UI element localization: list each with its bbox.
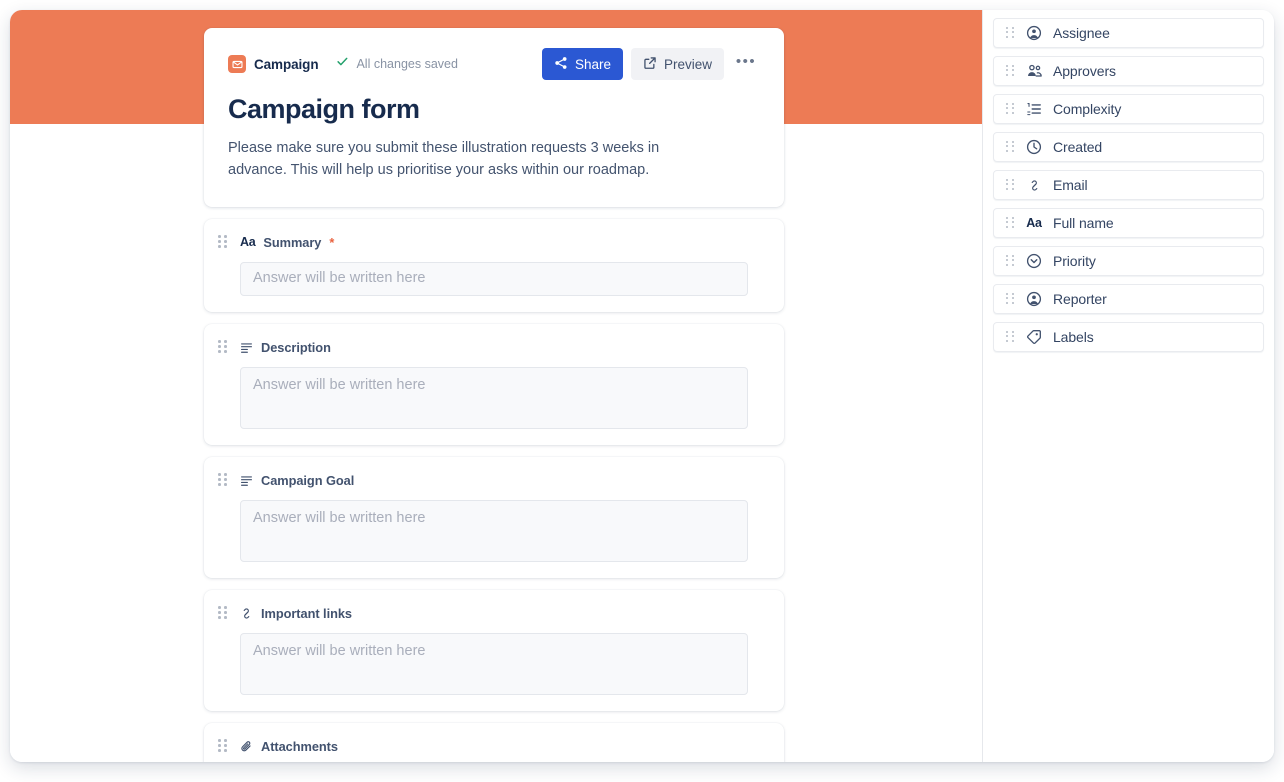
field-library-item-label: Full name [1053, 215, 1114, 231]
text-format-icon: Aa [240, 234, 256, 249]
form-canvas: Campaign All changes saved Share Preview… [10, 10, 982, 762]
field-label-row: Campaign Goal [240, 471, 748, 489]
field-label: Attachments [261, 738, 338, 754]
drag-handle-icon[interactable] [1006, 254, 1015, 268]
field-library-item-label: Created [1053, 139, 1103, 155]
form-header-toolbar: Campaign All changes saved Share Preview… [228, 48, 760, 80]
field-library-item-assignee[interactable]: Assignee [993, 18, 1264, 48]
answer-input-0[interactable]: Answer will be written here [240, 262, 748, 297]
campaign-label: Campaign [254, 56, 319, 72]
drag-handle-icon[interactable] [1006, 292, 1015, 306]
save-status: All changes saved [336, 55, 458, 73]
answer-input-3[interactable]: Answer will be written here [240, 633, 748, 696]
answer-input-1[interactable]: Answer will be written here [240, 367, 748, 430]
drag-handle-icon[interactable] [1006, 64, 1015, 78]
field-library-item-label: Priority [1053, 253, 1096, 269]
clock-icon [1025, 139, 1043, 155]
drag-handle-icon[interactable] [1006, 140, 1015, 154]
field-library-item-reporter[interactable]: Reporter [993, 284, 1264, 314]
field-label: Important links [261, 605, 352, 621]
drag-handle-icon[interactable] [1006, 102, 1015, 116]
field-library-item-label: Email [1053, 177, 1088, 193]
form-header-card: Campaign All changes saved Share Preview… [204, 28, 784, 208]
field-library-panel: Assignee Approvers Complexity Created Email A… [982, 10, 1274, 762]
drag-handle-icon[interactable] [218, 235, 228, 249]
drag-handle-icon[interactable] [1006, 330, 1015, 344]
chevron-down-circle-icon [1025, 253, 1043, 269]
envelope-icon [228, 55, 246, 73]
save-status-label: All changes saved [356, 57, 458, 71]
field-label-row: Attachments [240, 737, 748, 755]
field-library-item-full-name[interactable]: Aa Full name [993, 208, 1264, 238]
paragraph-icon [240, 474, 253, 487]
preview-button[interactable]: Preview [630, 48, 724, 80]
answer-placeholder: Answer will be written here [253, 643, 426, 660]
field-library-item-priority[interactable]: Priority [993, 246, 1264, 276]
drag-handle-icon[interactable] [1006, 178, 1015, 192]
field-card[interactable]: Description Answer will be written here [204, 324, 784, 446]
field-list: Aa Summary * Answer will be written here Des… [204, 219, 784, 762]
field-library-item-label: Reporter [1053, 291, 1107, 307]
tag-icon [1025, 329, 1043, 345]
link-icon [1025, 179, 1043, 192]
field-card[interactable]: Aa Summary * Answer will be written here [204, 219, 784, 313]
drag-handle-icon[interactable] [218, 606, 228, 620]
field-library-item-label: Assignee [1053, 25, 1110, 41]
link-icon [240, 607, 253, 620]
required-indicator: * [329, 234, 335, 250]
share-nodes-icon [554, 56, 568, 73]
more-options-button[interactable]: ••• [732, 50, 760, 78]
field-label-row: Description [240, 338, 748, 356]
field-card[interactable]: AttachmentsAttachments will be uploaded … [204, 723, 784, 762]
field-library-item-label: Labels [1053, 329, 1094, 345]
external-link-icon [643, 56, 657, 73]
check-icon [336, 55, 349, 73]
field-library-item-label: Complexity [1053, 101, 1122, 117]
share-button[interactable]: Share [541, 48, 623, 80]
field-library-list: Assignee Approvers Complexity Created Email A… [993, 18, 1264, 352]
field-label-row: Aa Summary * [240, 233, 748, 251]
field-card[interactable]: Important links Answer will be written he… [204, 590, 784, 712]
people-icon [1025, 63, 1043, 79]
answer-placeholder: Answer will be written here [253, 270, 426, 287]
campaign-chip[interactable]: Campaign [228, 55, 319, 73]
field-library-item-complexity[interactable]: Complexity [993, 94, 1264, 124]
form-column: Campaign All changes saved Share Preview… [204, 28, 784, 762]
field-label: Summary [263, 234, 322, 250]
form-description: Please make sure you submit these illust… [228, 140, 660, 179]
header-actions: Share Preview ••• [541, 48, 760, 80]
answer-input-2[interactable]: Answer will be written here [240, 500, 748, 563]
field-library-item-label: Approvers [1053, 63, 1116, 79]
preview-button-label: Preview [663, 56, 712, 72]
field-library-item-labels[interactable]: Labels [993, 322, 1264, 352]
ordered-list-icon [1025, 101, 1043, 117]
field-card[interactable]: Campaign Goal Answer will be written here [204, 457, 784, 579]
field-label: Campaign Goal [261, 472, 355, 488]
drag-handle-icon[interactable] [218, 473, 228, 487]
app-window: Campaign All changes saved Share Preview… [10, 10, 1274, 762]
page-title: Campaign form [228, 94, 420, 124]
drag-handle-icon[interactable] [218, 739, 228, 753]
field-library-item-created[interactable]: Created [993, 132, 1264, 162]
field-library-item-email[interactable]: Email [993, 170, 1264, 200]
drag-handle-icon[interactable] [1006, 216, 1015, 230]
text-format-icon: Aa [1026, 215, 1042, 230]
paperclip-icon [240, 740, 253, 753]
share-button-label: Share [574, 56, 611, 72]
person-circle-icon [1025, 25, 1043, 41]
drag-handle-icon[interactable] [1006, 26, 1015, 40]
answer-placeholder: Answer will be written here [253, 510, 426, 527]
drag-handle-icon[interactable] [218, 340, 228, 354]
person-circle-icon [1025, 291, 1043, 307]
field-library-item-approvers[interactable]: Approvers [993, 56, 1264, 86]
paragraph-icon [240, 341, 253, 354]
answer-placeholder: Answer will be written here [253, 377, 426, 394]
field-label-row: Important links [240, 604, 748, 622]
field-label: Description [261, 339, 331, 355]
